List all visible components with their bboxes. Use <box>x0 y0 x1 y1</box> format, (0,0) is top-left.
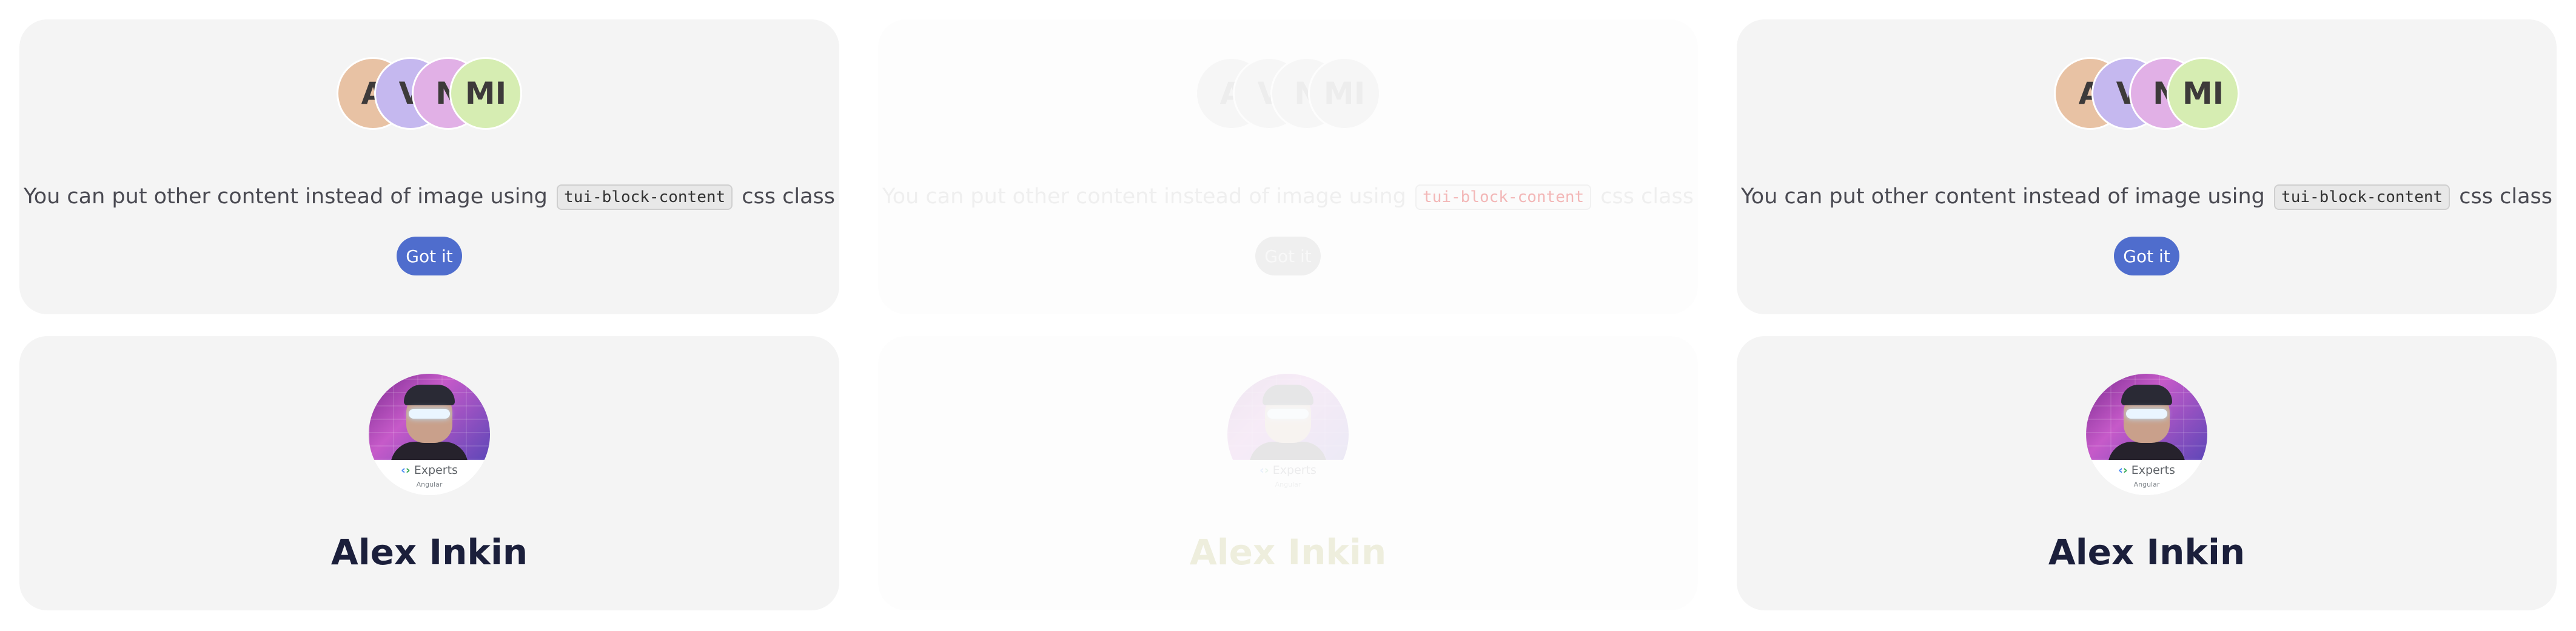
demo-grid: A V N MI You can put other content inste… <box>0 0 2576 631</box>
description-text: You can put other content instead of ima… <box>23 184 548 209</box>
avatar: MI <box>449 57 522 130</box>
code-snippet: tui-block-content <box>1415 184 1592 210</box>
badge-subtitle: Angular <box>416 481 443 488</box>
avatar-card-faded: A V N MI You can put other content inste… <box>878 19 1698 314</box>
got-it-button[interactable]: Got it <box>397 237 462 275</box>
profile-name: Alex Inkin <box>330 531 528 573</box>
avatar: MI <box>1308 57 1381 130</box>
profile-name: Alex Inkin <box>1189 531 1387 573</box>
profile-photo: ‹› Experts Angular <box>1227 374 1349 495</box>
description: You can put other content instead of ima… <box>878 184 1698 210</box>
avatar-card: A V N MI You can put other content inste… <box>1737 19 2557 314</box>
avatar-card: A V N MI You can put other content inste… <box>19 19 839 314</box>
description-suffix: css class <box>2459 184 2553 209</box>
badge-title: Experts <box>414 464 458 477</box>
description-suffix: css class <box>1600 184 1694 209</box>
avatar-stack: A V N MI <box>19 57 839 130</box>
got-it-button[interactable]: Got it <box>1255 237 1321 275</box>
badge-subtitle: Angular <box>1275 481 1301 488</box>
badge-title: Experts <box>2131 464 2175 477</box>
profile-photo: ‹› Experts Angular <box>369 374 490 495</box>
avatar-stack: A V N MI <box>1737 57 2557 130</box>
profile-card-faded: ‹› Experts Angular Alex Inkin <box>878 336 1698 610</box>
gde-badge: ‹› Experts <box>1259 464 1317 477</box>
google-developer-experts-icon: ‹ <box>2118 464 2123 477</box>
code-snippet: tui-block-content <box>557 184 733 210</box>
google-developer-experts-icon: ‹ <box>1259 464 1264 477</box>
description-suffix: css class <box>742 184 836 209</box>
code-snippet: tui-block-content <box>2274 184 2450 210</box>
got-it-button[interactable]: Got it <box>2114 237 2179 275</box>
description: You can put other content instead of ima… <box>19 184 839 210</box>
gde-badge: ‹› Experts <box>2118 464 2175 477</box>
badge-title: Experts <box>1272 464 1317 477</box>
description-text: You can put other content instead of ima… <box>882 184 1406 209</box>
profile-name: Alex Inkin <box>2048 531 2246 573</box>
avatar: MI <box>2167 57 2239 130</box>
badge-subtitle: Angular <box>2133 481 2160 488</box>
profile-card: ‹› Experts Angular Alex Inkin <box>19 336 839 610</box>
profile-card: ‹› Experts Angular Alex Inkin <box>1737 336 2557 610</box>
avatar-stack: A V N MI <box>878 57 1698 130</box>
gde-badge: ‹› Experts <box>401 464 458 477</box>
profile-photo: ‹› Experts Angular <box>2086 374 2207 495</box>
description-text: You can put other content instead of ima… <box>1740 184 2265 209</box>
google-developer-experts-icon: ‹ <box>401 464 406 477</box>
description: You can put other content instead of ima… <box>1737 184 2557 210</box>
